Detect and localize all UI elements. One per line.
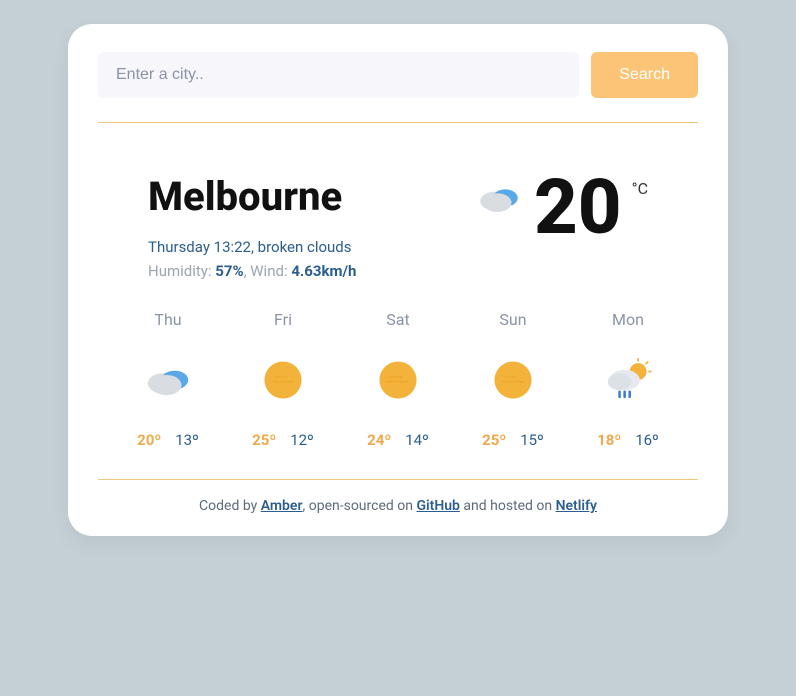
- footer-link-author[interactable]: Amber: [261, 498, 303, 514]
- footer-link-github[interactable]: GitHub: [416, 498, 459, 514]
- forecast-icon: [371, 353, 425, 407]
- day-name: Sat: [386, 310, 409, 329]
- current-weather: Melbourne Thursday 13:22, broken clouds …: [98, 173, 698, 310]
- temp-high: 20º: [137, 431, 161, 449]
- wind-value: 4.63km/h: [291, 262, 356, 280]
- temp-low: 16º: [635, 431, 659, 449]
- forecast-icon: [141, 353, 195, 407]
- day-temps: 25º 12º: [252, 431, 314, 449]
- current-right: 20 °C: [474, 173, 648, 241]
- divider-top: [98, 122, 698, 123]
- weather-icon: [474, 173, 524, 223]
- wind-label: Wind:: [250, 262, 291, 280]
- temp-low: 14º: [405, 431, 429, 449]
- search-input[interactable]: [98, 52, 579, 98]
- day-name: Mon: [612, 310, 644, 329]
- forecast-row: Thu 20º 13º Fri 25º 12º Sat 24º 14º Sun 25º…: [98, 310, 698, 449]
- footer-text: Coded by: [199, 498, 261, 514]
- forecast-day: Fri 25º 12º: [233, 310, 333, 449]
- forecast-day: Sun 25º 15º: [463, 310, 563, 449]
- footer-link-netlify[interactable]: Netlify: [556, 498, 597, 514]
- temp-high: 18º: [597, 431, 621, 449]
- temp-high: 25º: [252, 431, 276, 449]
- day-temps: 18º 16º: [597, 431, 659, 449]
- forecast-day: Mon 18º 16º: [578, 310, 678, 449]
- day-temps: 25º 15º: [482, 431, 544, 449]
- city-name: Melbourne: [148, 173, 454, 220]
- humidity-value: 57%: [215, 262, 243, 280]
- search-button[interactable]: Search: [591, 52, 698, 98]
- temp-high: 24º: [367, 431, 391, 449]
- temp-low: 13º: [175, 431, 199, 449]
- search-row: Search: [98, 52, 698, 98]
- day-temps: 20º 13º: [137, 431, 199, 449]
- temp-high: 25º: [482, 431, 506, 449]
- humidity-label: Humidity:: [148, 262, 215, 280]
- forecast-day: Sat 24º 14º: [348, 310, 448, 449]
- forecast-icon: [601, 353, 655, 407]
- forecast-icon: [256, 353, 310, 407]
- footer: Coded by Amber, open-sourced on GitHub a…: [98, 498, 698, 514]
- forecast-icon: [486, 353, 540, 407]
- temperature-unit: °C: [632, 173, 648, 198]
- day-temps: 24º 14º: [367, 431, 429, 449]
- weather-card: Search Melbourne Thursday 13:22, broken …: [68, 24, 728, 536]
- current-meta: Humidity: 57%, Wind: 4.63km/h: [148, 262, 454, 280]
- current-left: Melbourne Thursday 13:22, broken clouds …: [148, 173, 454, 280]
- day-name: Thu: [154, 310, 181, 329]
- divider-bottom: [98, 479, 698, 480]
- footer-text: and hosted on: [460, 498, 556, 514]
- day-name: Fri: [274, 310, 292, 329]
- current-temperature: 20: [534, 173, 622, 241]
- footer-text: , open-sourced on: [303, 498, 417, 514]
- current-description: Thursday 13:22, broken clouds: [148, 238, 454, 256]
- temp-low: 12º: [290, 431, 314, 449]
- day-name: Sun: [499, 310, 526, 329]
- temp-low: 15º: [520, 431, 544, 449]
- forecast-day: Thu 20º 13º: [118, 310, 218, 449]
